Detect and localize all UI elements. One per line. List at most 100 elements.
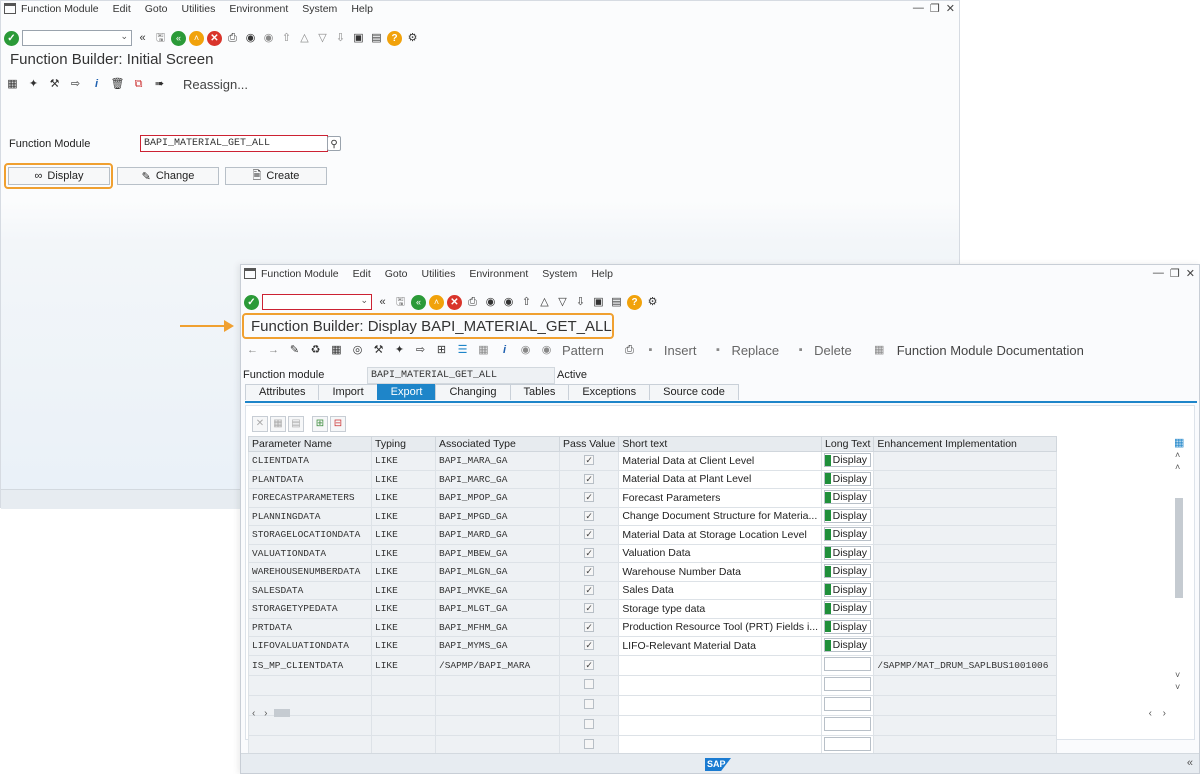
enhancement-cell[interactable]	[873, 543, 1058, 563]
exit-icon[interactable]: ˄	[429, 294, 444, 310]
horizontal-scrollbar[interactable]: ‹ › ‹ ›	[252, 708, 1174, 720]
scroll-right-icon[interactable]: ›	[264, 708, 267, 719]
delete-icon[interactable]: 🗑	[110, 77, 125, 92]
short-text-cell[interactable]: Valuation Data	[618, 543, 823, 563]
pass-value-checkbox[interactable]	[584, 698, 595, 709]
associated-type-cell[interactable]: BAPI_MFHM_GA	[435, 617, 560, 637]
long-text-cell[interactable]: Display	[821, 617, 875, 637]
arrow-right-icon[interactable]: →	[266, 343, 281, 358]
fm-documentation-button[interactable]: Function Module Documentation	[897, 343, 1084, 358]
long-text-cell[interactable]: Display	[821, 469, 875, 489]
enhancement-cell[interactable]	[873, 580, 1058, 600]
typing-cell[interactable]: LIKE	[371, 469, 436, 489]
print-icon[interactable]: ⎙	[465, 295, 480, 310]
pass-value-cell[interactable]: ✓	[558, 599, 620, 619]
tab-source-code[interactable]: Source code	[649, 384, 739, 400]
long-text-cell[interactable]: Display	[821, 506, 875, 526]
short-text-cell[interactable]	[618, 734, 823, 756]
associated-type-cell[interactable]: BAPI_MPGD_GA	[435, 506, 560, 526]
close-icon[interactable]: ✕	[1186, 267, 1195, 280]
table-row[interactable]	[248, 674, 1058, 696]
short-text-cell[interactable]: Change Document Structure for Materia...	[618, 506, 823, 526]
restore-icon[interactable]: ❐	[1170, 267, 1180, 280]
menu-environment[interactable]: Environment	[229, 3, 288, 15]
close-icon[interactable]: ✕	[946, 2, 955, 15]
tab-export[interactable]: Export	[376, 384, 437, 400]
typing-cell[interactable]	[371, 734, 436, 756]
menu-environment-2[interactable]: Environment	[469, 268, 528, 280]
insert-icon[interactable]: ▪	[643, 343, 658, 358]
shortcut-icon[interactable]: ▤	[369, 31, 384, 46]
table-row[interactable]: FORECASTPARAMETERS LIKE BAPI_MPOP_GA ✓ Forec…	[248, 488, 1058, 508]
pass-value-checkbox[interactable]: ✓	[584, 566, 595, 577]
pass-value-cell[interactable]: ✓	[558, 580, 620, 600]
menu-help-2[interactable]: Help	[591, 268, 613, 280]
short-text-cell[interactable]: Material Data at Storage Location Level	[618, 525, 823, 545]
command-field-2[interactable]: ⌄	[262, 294, 372, 310]
new-session-icon[interactable]: ▣	[591, 295, 606, 310]
long-text-cell[interactable]: Display	[821, 488, 875, 508]
long-text-cell[interactable]	[821, 654, 875, 676]
menu-function-module[interactable]: Function Module	[21, 3, 99, 15]
pass-value-cell[interactable]	[558, 674, 620, 696]
parameter-name-cell[interactable]: FORECASTPARAMETERS	[248, 488, 372, 508]
menu-edit[interactable]: Edit	[113, 3, 131, 15]
pass-value-cell[interactable]	[558, 734, 620, 756]
scroll-up-step-icon[interactable]: ˄	[1175, 462, 1180, 472]
long-text-display-button[interactable]: Display	[824, 564, 872, 578]
long-text-display-button[interactable]: Display	[824, 601, 872, 615]
copy-row-icon[interactable]: ▦	[270, 416, 286, 432]
typing-cell[interactable]: LIKE	[371, 562, 436, 582]
rename-icon[interactable]: ➠	[152, 77, 167, 92]
parameter-name-cell[interactable]: CLIENTDATA	[248, 451, 372, 471]
long-text-display-button[interactable]: Display	[824, 582, 872, 597]
collapse-left-icon[interactable]: «	[375, 295, 390, 310]
last-page-icon[interactable]: ⇩	[573, 295, 588, 310]
restore-icon[interactable]: ❐	[930, 2, 940, 15]
function-module-input[interactable]: BAPI_MATERIAL_GET_ALL	[140, 135, 328, 152]
tab-attributes[interactable]: Attributes	[245, 384, 320, 400]
typing-cell[interactable]: LIKE	[371, 580, 436, 600]
minimize-icon[interactable]: —	[1153, 267, 1164, 280]
col-enhancement[interactable]: Enhancement Implementation	[873, 436, 1058, 452]
pass-value-checkbox[interactable]: ✓	[584, 510, 595, 521]
pass-value-checkbox[interactable]	[584, 718, 595, 729]
where-used-icon[interactable]: ⇨	[68, 77, 83, 92]
menu-system-2[interactable]: System	[542, 268, 577, 280]
first-page-icon[interactable]: ⇧	[279, 31, 294, 46]
pass-value-checkbox[interactable]	[584, 738, 595, 749]
table-row[interactable]: PLANNINGDATA LIKE BAPI_MPGD_GA ✓ Change Docu…	[248, 506, 1058, 526]
previous-page-icon[interactable]: △	[537, 295, 552, 310]
pass-value-cell[interactable]: ✓	[558, 525, 620, 545]
delete-button[interactable]: Delete	[814, 343, 852, 358]
cancel-icon[interactable]: ✕	[447, 294, 462, 310]
delete-icon[interactable]: ▪	[793, 343, 808, 358]
long-text-cell[interactable]	[821, 674, 875, 696]
parameter-name-cell[interactable]: STORAGETYPEDATA	[248, 599, 372, 619]
enhancement-cell[interactable]	[873, 617, 1058, 637]
enhancement-cell[interactable]	[873, 488, 1058, 508]
chevron-down-icon[interactable]: ⌄	[120, 31, 128, 42]
activate-icon[interactable]: ◎	[350, 343, 365, 358]
short-text-cell[interactable]: Material Data at Client Level	[618, 451, 823, 471]
test-icon[interactable]: ⚒	[371, 343, 386, 358]
typing-cell[interactable]: LIKE	[371, 525, 436, 545]
pattern-button[interactable]: Pattern	[562, 343, 604, 358]
scroll-thumb[interactable]	[1175, 498, 1183, 598]
col-pass-value[interactable]: Pass Value	[558, 436, 620, 452]
menu-function-module-2[interactable]: Function Module	[261, 268, 339, 280]
paste-row-icon[interactable]: ▤	[288, 416, 304, 432]
long-text-cell[interactable]: Display	[821, 580, 875, 600]
pass-value-checkbox[interactable]: ✓	[584, 603, 595, 614]
enhancement-cell[interactable]	[873, 506, 1058, 526]
collapse-left-icon[interactable]: «	[135, 31, 150, 46]
table-row[interactable]: STORAGELOCATIONDATA LIKE BAPI_MARD_GA ✓ Mate…	[248, 525, 1058, 545]
wand-icon[interactable]: ✦	[392, 343, 407, 358]
copy-icon[interactable]: ⧉	[131, 77, 146, 92]
back-icon[interactable]: «	[411, 294, 426, 310]
command-field[interactable]: ⌄	[22, 30, 132, 46]
long-text-cell[interactable]: Display	[821, 562, 875, 582]
delete-row-icon[interactable]: ⊟	[330, 416, 346, 432]
documentation-icon[interactable]: ▦	[872, 343, 887, 358]
menu-system[interactable]: System	[302, 3, 337, 15]
